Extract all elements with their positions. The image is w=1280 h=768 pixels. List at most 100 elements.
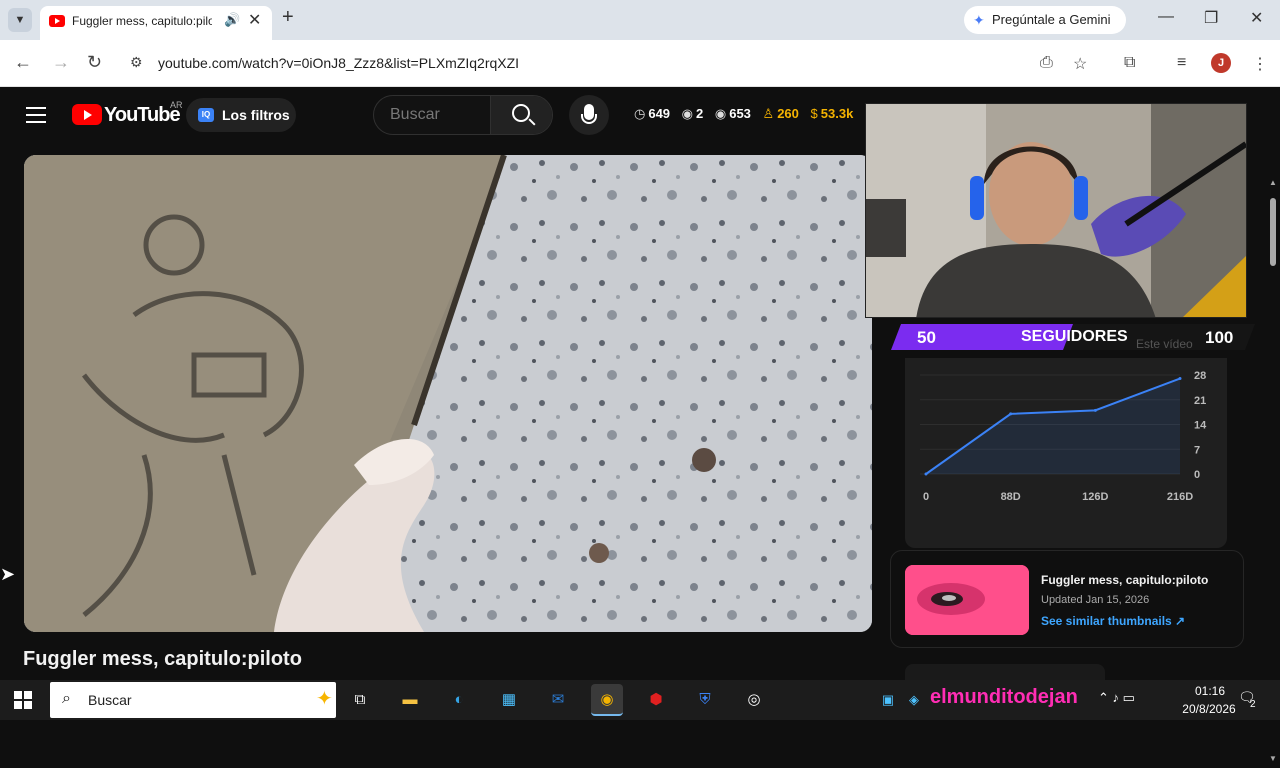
eye-icon: ◉ (681, 106, 694, 121)
browser-tab-strip: ▼ Fuggler mess, capitulo:pilot 🔊 ✕ + ✦ P… (0, 0, 1280, 40)
chart-y-tick-label: 0 (1194, 469, 1200, 481)
obscured-sidebar-text: Este vídeo (1136, 337, 1193, 351)
hamburger-menu-icon[interactable] (26, 107, 46, 123)
browser-tab-active[interactable]: Fuggler mess, capitulo:pilot 🔊 ✕ (40, 6, 272, 40)
eye-icon: ◉ (714, 106, 727, 121)
search-input[interactable] (374, 96, 490, 134)
scrollbar-thumb[interactable] (1270, 198, 1276, 266)
windows-start-icon[interactable] (14, 691, 32, 709)
chart-x-tick-label: 0 (923, 491, 929, 503)
tray-cube-icon[interactable]: ◈ (898, 684, 930, 716)
notification-count: 2 (1250, 699, 1256, 710)
streamer-brand-text: elmunditodejan (930, 686, 1078, 708)
gemini-sparkle-icon: ✦ (973, 12, 985, 28)
chart-x-tick-label: 216D (1167, 491, 1193, 503)
money-icon: $ (810, 106, 818, 121)
red-app-icon[interactable]: ⬢ (640, 684, 672, 716)
related-video-card[interactable]: Fuggler mess, capitulo:piloto Updated Ja… (890, 550, 1244, 648)
close-window-button[interactable]: ✕ (1250, 8, 1263, 28)
scroll-down-icon[interactable]: ▼ (1269, 754, 1277, 763)
search-highlight-icon: ✦ (316, 688, 333, 710)
chart-y-tick-label: 7 (1194, 444, 1200, 456)
profile-avatar[interactable]: J (1211, 53, 1231, 73)
forward-button[interactable]: → (52, 52, 70, 73)
address-bar[interactable]: ⚙ youtube.com/watch?v=0iOnJ8_Zzz8&list=P… (120, 46, 1120, 80)
minimize-window-button[interactable]: — (1158, 8, 1174, 26)
chart-data-point (1178, 377, 1182, 381)
video-frame (24, 155, 872, 632)
edge-browser-icon[interactable]: ◐ (443, 684, 475, 716)
related-video-updated: Updated Jan 15, 2026 (1041, 594, 1150, 606)
search-icon (512, 104, 530, 122)
filtros-button[interactable]: IQ Los filtros (186, 98, 296, 132)
extensions-icon[interactable]: ⧉ (1124, 54, 1135, 72)
search-icon: ⌕ (62, 690, 71, 707)
microphone-icon (581, 104, 597, 124)
user-icon: ♙ (762, 106, 775, 121)
thumbnail-image (905, 565, 1029, 635)
webcam-frame (866, 104, 1246, 317)
video-title: Fuggler mess, capitulo:piloto (23, 648, 302, 670)
chart-x-tick-label: 126D (1082, 491, 1108, 503)
reload-button[interactable]: ↻ (87, 52, 102, 73)
site-info-icon[interactable]: ⚙ (130, 54, 143, 71)
growth-chart: 0 7 14 21 28 0 88D 126D 216D (920, 370, 1207, 503)
chart-y-tick-label: 21 (1194, 395, 1206, 407)
file-explorer-icon[interactable]: ▬ (394, 684, 426, 716)
microsoft-store-icon[interactable]: ▦ (493, 684, 525, 716)
shield-icon[interactable]: ⛨ (689, 684, 721, 716)
chrome-menu-icon[interactable]: ⋮ (1252, 54, 1268, 74)
tab-search-button[interactable]: ▼ (8, 8, 32, 32)
gemini-button[interactable]: ✦ Pregúntale a Gemini (964, 6, 1126, 34)
growth-chart-card: 0 7 14 21 28 0 88D 126D 216D (905, 358, 1227, 548)
youtube-favicon-icon (49, 15, 65, 27)
see-similar-thumbnails-link[interactable]: See similar thumbnails ↗ (1041, 614, 1185, 628)
chart-y-tick-label: 14 (1194, 420, 1207, 432)
search-button[interactable] (490, 96, 552, 134)
mouse-cursor-icon: ➤ (0, 564, 16, 584)
chart-data-point (924, 472, 928, 476)
restore-window-button[interactable]: ❐ (1204, 8, 1218, 28)
outlook-icon[interactable]: ✉ (542, 684, 574, 716)
media-controls-icon[interactable]: ≡ (1177, 54, 1186, 72)
obs-studio-icon[interactable]: ◎ (738, 684, 770, 716)
stat-views-total: 649 (648, 106, 671, 121)
tab-close-icon[interactable]: ✕ (248, 10, 261, 30)
extension-stats: ◷ 649 ◉ 2 ◉ 653 ♙ 260 $53.3k (634, 106, 861, 122)
youtube-logo-icon[interactable] (72, 104, 102, 125)
stat-users: 260 (777, 106, 799, 121)
video-player[interactable] (24, 155, 872, 632)
chart-data-point (1093, 408, 1097, 412)
browser-toolbar: ← → ↻ ⚙ youtube.com/watch?v=0iOnJ8_Zzz8&… (0, 40, 1280, 87)
youtube-page: YouTube AR IQ Los filtros ◷649 ◉2 ◉653 ♙… (0, 88, 1280, 768)
taskbar-search-label: Buscar (88, 692, 132, 708)
task-view-icon[interactable]: ⧉ (344, 684, 376, 716)
back-button[interactable]: ← (14, 52, 32, 73)
voice-search-button[interactable] (569, 95, 609, 135)
scroll-up-icon[interactable]: ▲ (1269, 178, 1277, 187)
filtros-label: Los filtros (222, 107, 290, 123)
install-app-icon[interactable]: ⎙ (1040, 54, 1053, 72)
new-tab-button[interactable]: + (282, 6, 294, 29)
url-text[interactable]: youtube.com/watch?v=0iOnJ8_Zzz8&list=PLX… (158, 55, 519, 71)
related-video-thumbnail[interactable] (905, 565, 1029, 635)
tab-title: Fuggler mess, capitulo:pilot (72, 14, 212, 28)
iq-extension-icon: IQ (198, 108, 214, 122)
chart-y-tick-label: 28 (1194, 370, 1206, 382)
youtube-logo-text[interactable]: YouTube (104, 104, 181, 127)
followers-label: SEGUIDORES (1021, 328, 1128, 345)
stat-views-alt: 653 (729, 106, 751, 121)
system-tray-icons[interactable]: ⌃ ♪ ▭ (1098, 690, 1135, 706)
followers-current: 50 (917, 328, 936, 347)
region-code: AR (170, 100, 183, 110)
taskbar-search-box[interactable]: ⌕ Buscar ✦ (50, 682, 336, 718)
related-video-title[interactable]: Fuggler mess, capitulo:piloto (1041, 573, 1208, 587)
windows-taskbar: ⌕ Buscar ✦ ⧉ ▬ ◐ ▦ ✉ ◉ ⬢ ⛨ ◎ ▣ ◈ elmundi… (0, 680, 1280, 720)
speaker-icon[interactable]: 🔊 (224, 12, 240, 28)
bookmark-star-icon[interactable]: ☆ (1073, 54, 1087, 74)
stat-earnings: 53.3k (820, 106, 854, 121)
clock-time[interactable]: 01:16 (1180, 684, 1240, 698)
chrome-icon[interactable]: ◉ (591, 684, 623, 716)
chart-data-point (1009, 412, 1013, 416)
stat-watching: 2 (696, 106, 704, 121)
